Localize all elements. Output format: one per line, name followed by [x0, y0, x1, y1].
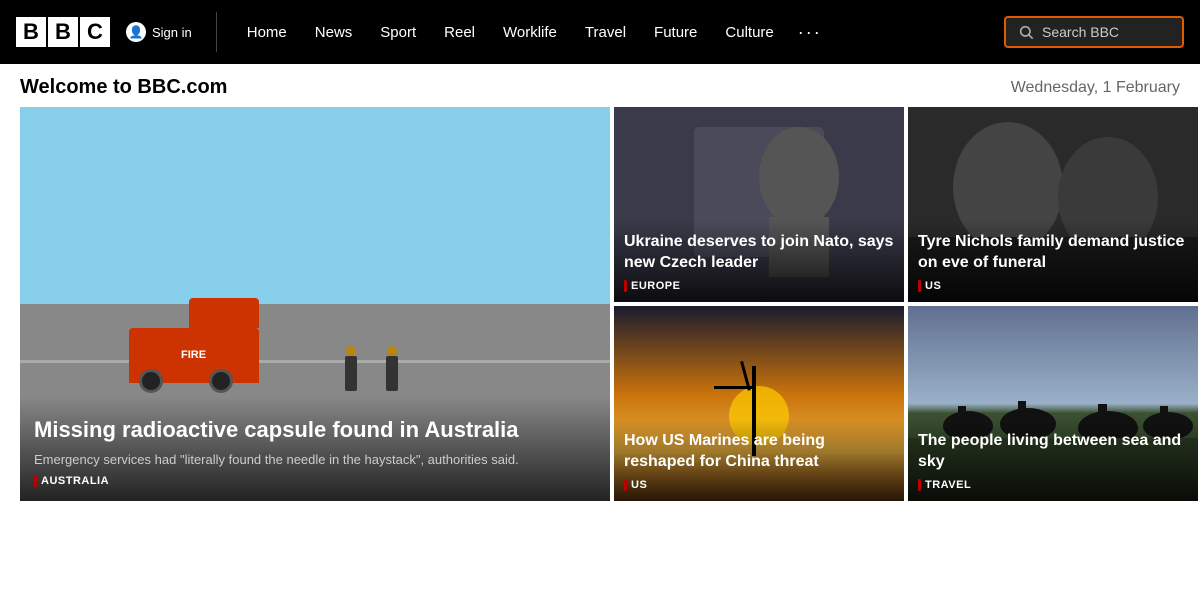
nav-culture[interactable]: Culture [711, 0, 787, 64]
marines-tag: US [624, 479, 894, 491]
sign-in-button[interactable]: 👤 Sign in [126, 22, 192, 42]
bbc-logo-b: B [16, 17, 46, 47]
nav-worklife[interactable]: Worklife [489, 0, 571, 64]
bbc-logo-c: C [80, 17, 110, 47]
hero-title: Missing radioactive capsule found in Aus… [34, 416, 596, 445]
card-travel[interactable]: The people living between sea and sky TR… [908, 306, 1198, 501]
ukraine-title: Ukraine deserves to join Nato, says new … [624, 232, 894, 274]
date-display: Wednesday, 1 February [1011, 79, 1180, 97]
ukraine-tag: EUROPE [624, 280, 894, 292]
card-hero[interactable]: FIRE Missing radioactive capsule found i… [20, 107, 610, 501]
card-ukraine[interactable]: Ukraine deserves to join Nato, says new … [614, 107, 904, 302]
tyre-tag: US [918, 280, 1188, 292]
bbc-logo[interactable]: B B C [16, 17, 110, 47]
main-nav: Home News Sport Reel Worklife Travel Fut… [233, 0, 988, 64]
welcome-title: Welcome to BBC.com [20, 76, 227, 99]
hero-desc: Emergency services had "literally found … [34, 451, 596, 469]
news-grid: FIRE Missing radioactive capsule found i… [0, 107, 1200, 501]
header: B B C 👤 Sign in Home News Sport Reel Wor… [0, 0, 1200, 64]
user-icon: 👤 [126, 22, 146, 42]
nav-travel[interactable]: Travel [571, 0, 640, 64]
travel-overlay: The people living between sea and sky TR… [908, 419, 1198, 501]
figure-2 [386, 356, 398, 391]
travel-tag: TRAVEL [918, 479, 1188, 491]
nav-home[interactable]: Home [233, 0, 301, 64]
sign-in-label: Sign in [152, 25, 192, 40]
nav-future[interactable]: Future [640, 0, 711, 64]
figure-1 [345, 356, 357, 391]
tyre-overlay: Tyre Nichols family demand justice on ev… [908, 220, 1198, 302]
header-divider [216, 12, 217, 52]
marines-title: How US Marines are being reshaped for Ch… [624, 431, 894, 473]
marines-overlay: How US Marines are being reshaped for Ch… [614, 419, 904, 501]
card-marines[interactable]: How US Marines are being reshaped for Ch… [614, 306, 904, 501]
search-icon [1018, 24, 1034, 40]
nav-news[interactable]: News [301, 0, 367, 64]
hero-tag: AUSTRALIA [34, 475, 596, 487]
ukraine-overlay: Ukraine deserves to join Nato, says new … [614, 220, 904, 302]
card-tyre[interactable]: Tyre Nichols family demand justice on ev… [908, 107, 1198, 302]
truck-graphic: FIRE [109, 303, 269, 383]
search-placeholder: Search BBC [1042, 24, 1119, 40]
nav-more-button[interactable]: ··· [788, 0, 832, 64]
travel-title: The people living between sea and sky [918, 431, 1188, 473]
welcome-bar: Welcome to BBC.com Wednesday, 1 February [0, 64, 1200, 107]
nav-reel[interactable]: Reel [430, 0, 489, 64]
hero-overlay: Missing radioactive capsule found in Aus… [20, 396, 610, 501]
nav-sport[interactable]: Sport [366, 0, 430, 64]
tyre-title: Tyre Nichols family demand justice on ev… [918, 232, 1188, 274]
search-box[interactable]: Search BBC [1004, 16, 1184, 48]
bbc-logo-b2: B [48, 17, 78, 47]
